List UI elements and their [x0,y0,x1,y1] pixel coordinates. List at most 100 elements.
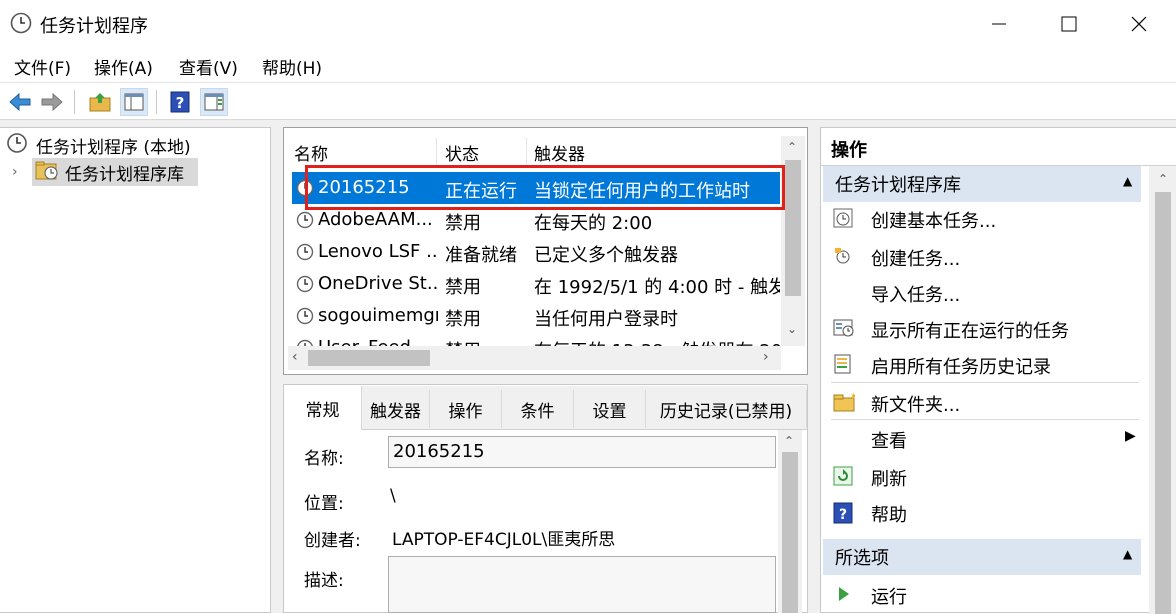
action-label: 启用所有任务历史记录 [871,357,1051,378]
console-tree: 任务计划程序 (本地) › 任务计划程序库 [0,127,271,613]
tree-node-local[interactable]: 任务计划程序 (本地) [6,131,266,159]
section-header-library[interactable]: 任务计划程序库 ▲ [823,166,1141,202]
action-item[interactable]: ? 帮助 [831,494,1131,530]
tree-node-label: 任务计划程序库 [65,164,184,185]
action-item[interactable]: 启用所有任务历史记录 [831,346,1131,382]
menu-bar: 文件(F) 操作(A) 查看(V) 帮助(H) [0,48,1176,82]
description-label: 描述: [304,571,344,591]
menu-file[interactable]: 文件(F) [14,54,71,79]
scrollbar-thumb[interactable] [308,350,430,366]
maximize-button[interactable] [1034,0,1104,48]
action-item[interactable]: 创建任务... [831,238,1131,274]
window-title: 任务计划程序 [40,16,148,37]
action-item[interactable]: 创建基本任务... [831,200,1131,236]
create-basic-task-icon [833,208,853,228]
help-icon: ? [833,502,853,524]
details-scrollbar[interactable]: ⌃ [778,430,802,613]
tree-node-label: 任务计划程序 (本地) [36,137,191,158]
section-header-selected[interactable]: 所选项 ▲ [823,539,1141,575]
tree-node-library[interactable]: 任务计划程序库 [32,158,198,186]
scrollbar-thumb[interactable] [1155,192,1171,614]
enable-history-icon [833,354,853,374]
section-title: 任务计划程序库 [835,175,961,196]
location-value: \ [390,486,396,506]
toolbar: ? [0,82,1176,120]
table-row[interactable]: sogouimemgr 禁用 当任何用户登录时 [292,300,780,332]
name-field[interactable]: 20165215 [388,436,776,468]
close-button[interactable] [1104,0,1174,48]
table-row[interactable]: Lenovo LSF ... 准备就绪 已定义多个触发器 [292,236,780,268]
action-item[interactable]: 显示所有正在运行的任务 [831,310,1131,346]
up-folder-icon[interactable] [86,88,114,116]
scrollbar-thumb[interactable] [785,160,801,296]
scroll-left-icon[interactable]: ‹ [292,349,298,365]
divider [831,382,1139,383]
task-name: AdobeAAM... [318,209,433,230]
menu-view[interactable]: 查看(V) [179,54,238,79]
scroll-up-icon[interactable]: ⌃ [787,140,797,154]
scrollbar-thumb[interactable] [782,452,798,613]
clock-icon [296,275,314,293]
forward-arrow-icon[interactable] [38,88,66,116]
name-label: 名称: [304,449,344,469]
task-status: 禁用 [445,213,481,234]
action-item-run[interactable]: 运行 [831,576,1131,612]
action-item[interactable]: 查看 ▶ [831,420,1136,456]
chevron-right-icon[interactable]: › [12,164,18,180]
column-divider [526,138,527,166]
collapse-up-icon[interactable]: ▲ [1123,174,1132,188]
collapse-up-icon[interactable]: ▲ [1123,547,1132,561]
submenu-arrow-icon: ▶ [1125,428,1136,444]
svg-text:✶: ✶ [850,392,855,402]
toolbar-separator [156,90,157,114]
action-label: 运行 [871,587,907,608]
actions-scrollbar[interactable]: ⌃ [1149,166,1176,614]
column-header-trigger[interactable]: 触发器 [534,140,585,165]
view-icon [833,428,853,448]
scroll-right-icon[interactable]: › [763,349,769,365]
column-divider [436,138,437,166]
horizontal-scrollbar[interactable]: ‹ › [288,346,781,370]
menu-action[interactable]: 操作(A) [94,54,153,79]
location-label: 位置: [304,494,344,514]
column-header-status[interactable]: 状态 [445,140,479,165]
scroll-up-icon[interactable]: ⌃ [784,434,794,448]
tab-general[interactable]: 常规 [284,386,362,430]
highlight-box [305,165,785,210]
description-field[interactable] [388,556,776,613]
show-hide-tree-icon[interactable] [120,88,148,116]
task-status: 准备就绪 [445,245,517,266]
action-label: 导入任务... [871,285,961,306]
tab-triggers[interactable]: 触发器 [362,390,430,428]
actions-title: 操作 [831,140,867,161]
action-label: 帮助 [871,505,907,526]
tab-conditions[interactable]: 条件 [502,390,574,428]
show-hide-action-pane-icon[interactable] [200,88,228,116]
action-label: 创建基本任务... [871,211,997,232]
action-item[interactable]: 导入任务... [831,274,1131,310]
tab-settings[interactable]: 设置 [574,390,646,428]
scroll-down-icon[interactable]: ⌄ [787,322,797,336]
task-status: 禁用 [445,309,481,330]
minimize-button[interactable] [964,0,1034,48]
tab-actions[interactable]: 操作 [430,390,502,428]
action-item[interactable]: ✶ 新文件夹... [831,384,1131,420]
clock-icon [10,12,32,34]
action-label: 显示所有正在运行的任务 [871,321,1069,342]
scroll-up-icon[interactable]: ⌃ [1158,172,1168,186]
task-name: sogouimemgr [318,305,438,326]
action-label: 查看 [871,431,907,452]
clock-icon [296,211,314,229]
back-arrow-icon[interactable] [6,88,34,116]
tab-history[interactable]: 历史记录(已禁用) [646,390,807,428]
menu-help[interactable]: 帮助(H) [262,54,322,79]
author-label: 创建者: [304,531,361,551]
table-row[interactable]: OneDrive St... 禁用 在 1992/5/1 的 4:00 时 - 触发… [292,268,780,300]
help-icon[interactable]: ? [166,88,194,116]
action-label: 新文件夹... [871,395,961,416]
import-task-icon [833,282,853,302]
svg-text:?: ? [176,94,185,112]
column-header-name[interactable]: 名称 [294,140,328,165]
action-item[interactable]: 刷新 [831,458,1131,494]
actions-pane: 操作 任务计划程序库 ▲ ⌃ 创建基本任务... 创建任务... 导入任务... 显示… [820,127,1176,614]
